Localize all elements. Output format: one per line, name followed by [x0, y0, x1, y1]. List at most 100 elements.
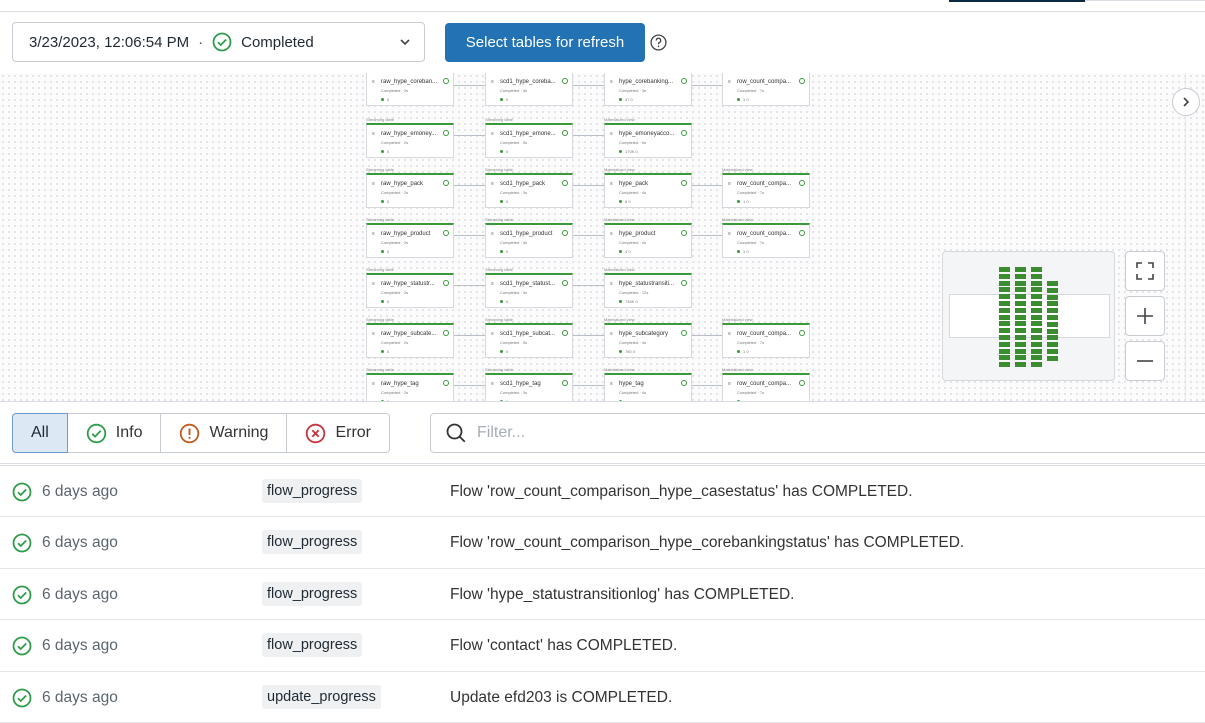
graph-node[interactable]: ≡ row_count_compa... Completed · 7s: [722, 373, 810, 401]
node-metrics: 0: [387, 299, 390, 304]
graph-node[interactable]: ≡ scd1_hype_product Completed · 3s 0: [485, 223, 573, 258]
node-type-label: Materialized view: [604, 167, 635, 172]
graph-node[interactable]: ≡ row_count_compa... Completed · 7s 1 0: [722, 323, 810, 358]
help-icon[interactable]: [650, 34, 667, 51]
node-status-dot: [381, 350, 384, 353]
event-message: Flow 'hype_statustransitionlog' has COMP…: [450, 585, 795, 603]
minimap-node: [1015, 267, 1026, 272]
graph-node[interactable]: ≡ scd1_hype_pack Completed · 3s 0: [485, 173, 573, 208]
node-check-icon: [443, 180, 449, 186]
graph-node[interactable]: ≡ raw_hype_tag Completed · 2s 0: [366, 373, 454, 402]
node-check-icon: [681, 130, 687, 136]
node-check-icon: [799, 380, 805, 386]
minimap-node: [999, 335, 1010, 340]
tab-indicator: [1085, 0, 1205, 1]
node-metrics: 780 0: [625, 349, 636, 354]
graph-node[interactable]: ≡ row_count_compa... Completed · 7s 1 0: [722, 73, 810, 106]
graph-node[interactable]: ≡ raw_hype_statustr... Completed · 2s 0: [366, 273, 454, 308]
graph-edge: [692, 385, 723, 386]
graph-node[interactable]: ≡ hype_corebanking... Completed · 3s 47 0: [604, 73, 692, 106]
node-status-dot: [500, 350, 503, 353]
minimap-node: [1015, 280, 1026, 286]
graph-node[interactable]: ≡ scd1_hype_coreba... Completed · 3s 0: [485, 73, 573, 106]
node-check-icon: [562, 180, 568, 186]
zoom-in-button[interactable]: [1125, 296, 1165, 336]
node-check-icon: [443, 230, 449, 236]
graph-node[interactable]: ≡ hype_pack Completed · 4s 6 0: [604, 173, 692, 208]
minimap-node: [1015, 321, 1026, 327]
node-status: Completed · 4s: [619, 390, 647, 395]
node-status-dot: [381, 98, 384, 101]
update-selector[interactable]: 3/23/2023, 12:06:54 PM · Completed: [12, 22, 425, 62]
node-metrics: 0: [387, 399, 390, 402]
node-status-dot: [500, 400, 503, 401]
filter-info-button[interactable]: Info: [67, 413, 162, 453]
event-type-badge: flow_progress: [262, 581, 363, 606]
graph-node[interactable]: ≡ hype_subcategory Completed · 4s 780 0: [604, 323, 692, 358]
graph-edge: [692, 335, 723, 336]
graph-node[interactable]: ≡ raw_hype_emoney... Completed · 2s 0: [366, 123, 454, 158]
success-check-icon: [12, 688, 32, 707]
node-check-icon: [562, 280, 568, 286]
graph-node[interactable]: ≡ hype_tag Completed · 4s: [604, 373, 692, 401]
node-status: Completed · 9s: [619, 140, 647, 145]
pipeline-graph-canvas[interactable]: ≡ raw_hype_coreban... Completed · 2s 0 ≡ scd1…: [0, 73, 1205, 402]
graph-node[interactable]: ≡ row_count_compa... Completed · 7s 1 0: [722, 173, 810, 208]
graph-minimap[interactable]: [942, 251, 1115, 381]
fullscreen-icon: [1136, 262, 1154, 280]
zoom-out-button[interactable]: [1125, 341, 1165, 381]
graph-edge: [692, 235, 723, 236]
filter-all-button[interactable]: All: [12, 413, 68, 453]
minimap-node: [1015, 348, 1026, 354]
node-status: Completed · 12s: [619, 290, 649, 295]
minimap-viewport[interactable]: [949, 294, 1110, 338]
node-check-icon: [799, 230, 805, 236]
minimap-node: [1031, 314, 1042, 320]
select-tables-refresh-button[interactable]: Select tables for refresh: [445, 23, 645, 62]
node-status-dot: [737, 250, 740, 253]
filter-error-button[interactable]: Error: [287, 413, 391, 453]
node-type-label: Streaming table: [366, 217, 395, 222]
event-row[interactable]: 6 days ago update_progress Update efd203 i…: [0, 672, 1205, 723]
graph-node[interactable]: ≡ scd1_hype_emone... Completed · 3s 0: [485, 123, 573, 158]
table-icon: ≡: [610, 281, 613, 287]
minimap-node: [999, 301, 1010, 306]
graph-node[interactable]: ≡ hype_product Completed · 4s 4 0: [604, 223, 692, 258]
graph-node[interactable]: ≡ raw_hype_pack Completed · 2s 0: [366, 173, 454, 208]
node-name: raw_hype_emoney...: [381, 131, 437, 137]
node-status-dot: [381, 200, 384, 203]
fit-view-button[interactable]: [1125, 251, 1165, 291]
minimap-node: [1047, 321, 1058, 327]
table-icon: ≡: [491, 331, 494, 337]
graph-node[interactable]: ≡ scd1_hype_tag Completed · 3s 0: [485, 373, 573, 402]
node-status: Completed · 2s: [381, 340, 409, 345]
node-status-dot: [500, 98, 503, 101]
node-status: Completed · 2s: [381, 290, 409, 295]
graph-node[interactable]: ≡ row_count_compa... Completed · 7s 1 0: [722, 223, 810, 258]
node-metrics: 0: [506, 399, 509, 402]
table-icon: ≡: [728, 331, 731, 337]
expand-panel-button[interactable]: [1172, 88, 1200, 116]
minimap-node: [999, 267, 1010, 272]
table-icon: ≡: [372, 381, 375, 387]
event-row[interactable]: 6 days ago flow_progress Flow 'contact' ha…: [0, 620, 1205, 672]
event-row[interactable]: 6 days ago flow_progress Flow 'row_count_c…: [0, 466, 1205, 518]
graph-node[interactable]: ≡ scd1_hype_statust... Completed · 3s 0: [485, 273, 573, 308]
event-row[interactable]: 6 days ago flow_progress Flow 'hype_status…: [0, 569, 1205, 621]
search-input[interactable]: [477, 424, 1077, 442]
graph-node[interactable]: ≡ hype_statustransiti... Completed · 12s 74…: [604, 273, 692, 308]
graph-node[interactable]: ≡ hype_emoneyacco... Completed · 9s 170K 0: [604, 123, 692, 158]
graph-node[interactable]: ≡ scd1_hype_subcat... Completed · 3s 0: [485, 323, 573, 358]
node-status-dot: [381, 400, 384, 401]
node-name: hype_corebanking...: [619, 79, 674, 85]
filter-warning-button[interactable]: Warning: [161, 413, 288, 453]
node-metrics: 746K 0: [625, 299, 638, 304]
event-row[interactable]: 6 days ago flow_progress Flow 'row_count_c…: [0, 517, 1205, 569]
graph-node[interactable]: ≡ raw_hype_subcate... Completed · 2s 0: [366, 323, 454, 358]
minimap-node: [1031, 280, 1042, 286]
node-status: Completed · 3s: [500, 290, 528, 295]
graph-node[interactable]: ≡ raw_hype_product Completed · 2s 0: [366, 223, 454, 258]
node-status: Completed · 2s: [381, 190, 409, 195]
table-icon: ≡: [491, 79, 494, 85]
graph-node[interactable]: ≡ raw_hype_coreban... Completed · 2s 0: [366, 73, 454, 106]
